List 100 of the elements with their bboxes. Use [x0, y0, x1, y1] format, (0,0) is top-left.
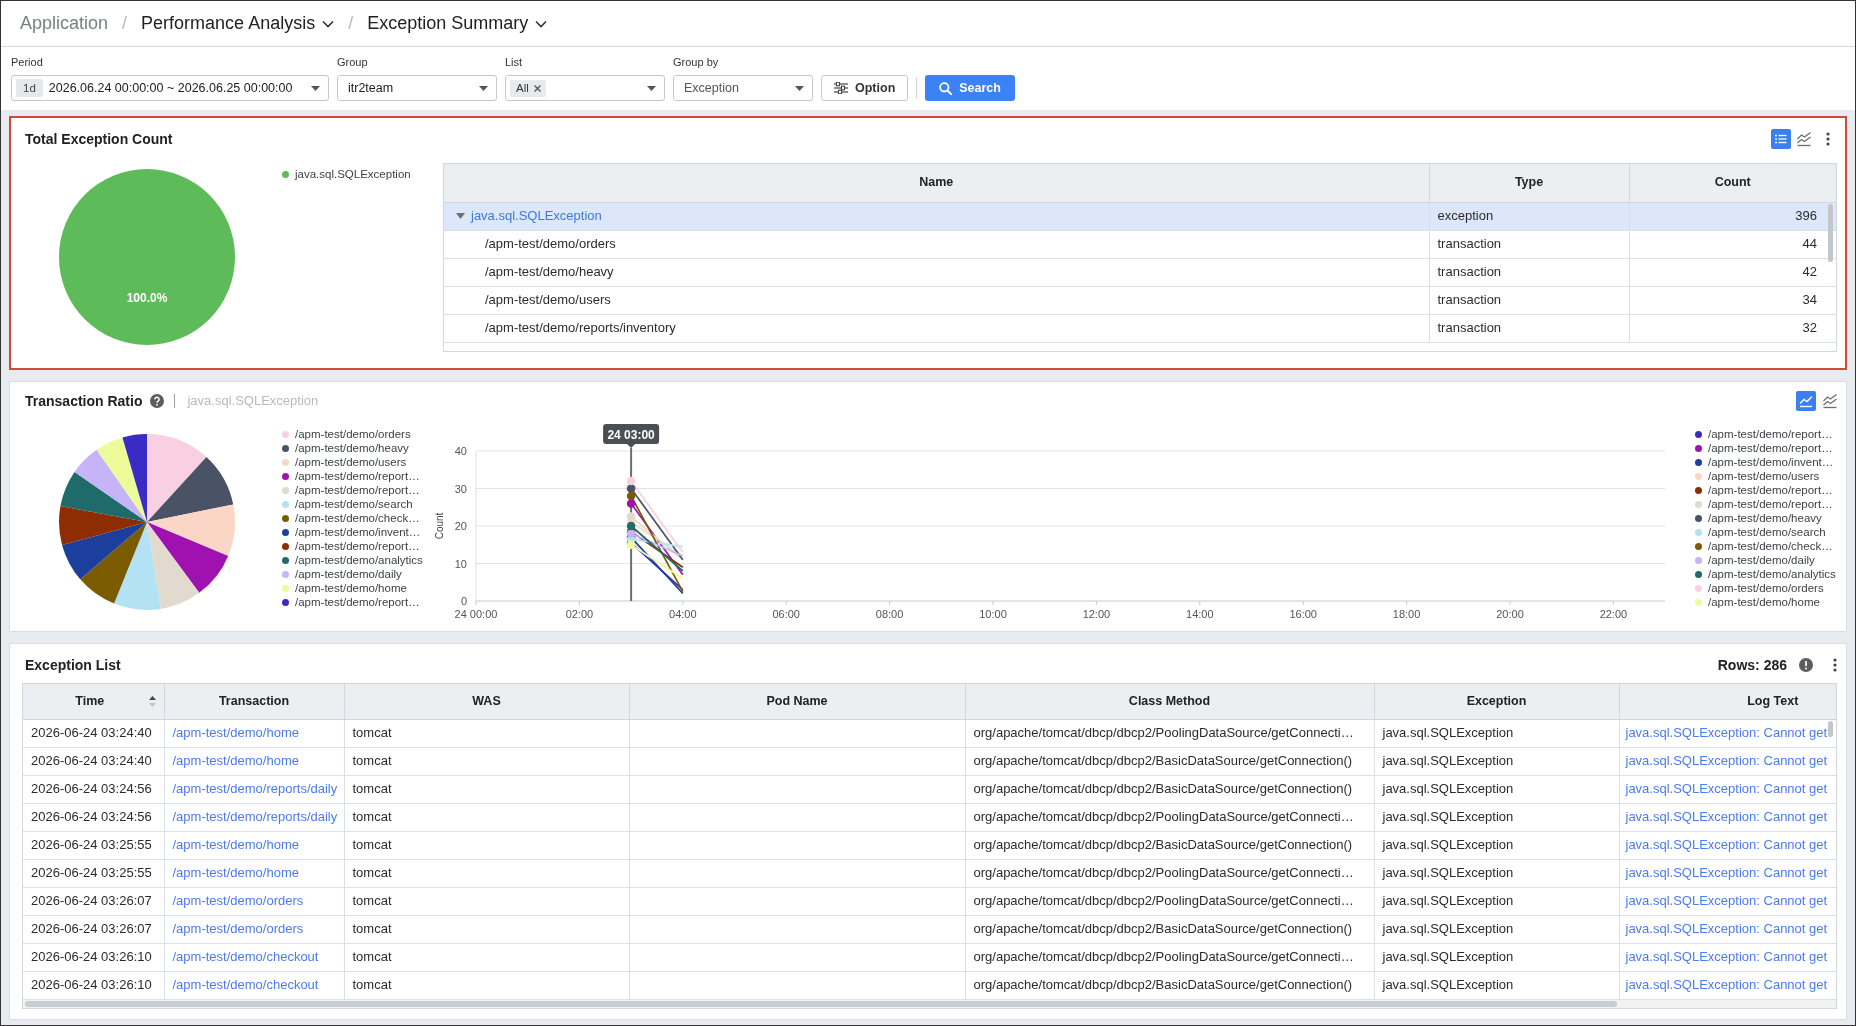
scrollbar-track[interactable]: [23, 999, 1836, 1008]
log-text-link[interactable]: java.sql.SQLException: Cannot get: [1625, 753, 1828, 769]
dropdown-select[interactable]: Exception: [673, 75, 813, 101]
scrollbar-thumb[interactable]: [25, 1000, 1617, 1007]
table-cell: tomcat: [344, 747, 629, 775]
period-select[interactable]: 1d 2026.06.24 00:00:00 ~ 2026.06.25 00:00:00: [11, 75, 329, 101]
transaction-link[interactable]: /apm-test/demo/checkout: [172, 977, 319, 993]
transaction-link[interactable]: /apm-test/demo/home: [172, 753, 299, 769]
transaction-link[interactable]: /apm-test/demo/reports/daily: [172, 809, 338, 825]
filter-tag[interactable]: All: [510, 79, 546, 97]
tree-item-label: java.sql.SQLException: [471, 207, 602, 226]
axis-tick-label: 10:00: [979, 608, 1007, 620]
table-cell: java.sql.SQLException: [1374, 719, 1619, 747]
transaction-link[interactable]: /apm-test/demo/orders: [172, 893, 304, 909]
transaction-link[interactable]: /apm-test/demo/reports/daily: [172, 781, 338, 797]
line-chart-icon[interactable]: [1796, 391, 1816, 411]
legend-label: /apm-test/demo/daily: [295, 567, 402, 581]
table-cell: tomcat: [344, 775, 629, 803]
transaction-link[interactable]: /apm-test/demo/home: [172, 725, 299, 741]
transaction-link[interactable]: /apm-test/demo/home: [172, 865, 299, 881]
legend-label: /apm-test/demo/report…: [1708, 497, 1833, 511]
legend-label: /apm-test/demo/invent…: [1708, 455, 1834, 469]
axis-tick-label: 20: [454, 520, 467, 532]
column-header: Log Text: [1619, 684, 1836, 719]
kebab-menu-icon[interactable]: [1826, 132, 1830, 146]
table-cell: java.sql.SQLException: [1374, 831, 1619, 859]
list-view-icon[interactable]: [1771, 129, 1791, 149]
transaction-link[interactable]: /apm-test/demo/orders: [172, 921, 304, 937]
table-cell: 2026-06-24 03:26:07: [23, 887, 164, 915]
legend-label: /apm-test/demo/analytics: [1708, 567, 1836, 581]
legend-label: /apm-test/demo/report…: [295, 539, 420, 553]
table-cell: transaction: [1429, 258, 1629, 286]
table-row[interactable]: /apm-test/demo/orders transaction 44: [444, 230, 1836, 258]
table-cell: 2026-06-24 03:24:56: [23, 803, 164, 831]
multi-line-chart-icon[interactable]: [1794, 129, 1814, 149]
column-header: Transaction: [164, 684, 344, 719]
multi-line-chart-icon[interactable]: [1820, 391, 1840, 411]
help-icon[interactable]: [150, 394, 165, 408]
table-cell: java.sql.SQLException: [1374, 803, 1619, 831]
dropdown-select[interactable]: itr2team: [337, 75, 497, 101]
axis-tick-label: 16:00: [1289, 608, 1317, 620]
log-text-link[interactable]: java.sql.SQLException: Cannot get: [1625, 949, 1828, 965]
log-text-link[interactable]: java.sql.SQLException: Cannot get: [1625, 837, 1828, 853]
log-text-link[interactable]: java.sql.SQLException: Cannot get: [1625, 781, 1828, 797]
table-cell: transaction: [1429, 286, 1629, 314]
caret-down-icon[interactable]: [456, 213, 465, 219]
column-header[interactable]: Time: [23, 684, 164, 719]
search-button[interactable]: Search: [925, 75, 1015, 101]
caret-down-icon: [479, 85, 488, 91]
table-row[interactable]: /apm-test/demo/reports/inventory transaction 32: [444, 314, 1836, 342]
log-text-link[interactable]: java.sql.SQLException: Cannot get: [1625, 809, 1828, 825]
table-cell: tomcat: [344, 831, 629, 859]
tree-item-label: /apm-test/demo/heavy: [485, 263, 614, 282]
close-icon[interactable]: [533, 84, 541, 92]
multi-select[interactable]: All: [505, 75, 665, 101]
table-row[interactable]: /apm-test/demo/users transaction 34: [444, 286, 1836, 314]
sliders-icon: [834, 82, 848, 94]
legend-label: /apm-test/demo/heavy: [1708, 511, 1822, 525]
log-text-link[interactable]: java.sql.SQLException: Cannot get: [1625, 865, 1828, 881]
search-icon: [939, 81, 953, 95]
table-cell: 2026-06-24 03:24:40: [23, 719, 164, 747]
column-header: Exception: [1374, 684, 1619, 719]
axis-tick-label: 30: [454, 482, 467, 495]
transaction-link[interactable]: /apm-test/demo/home: [172, 837, 299, 853]
tag-label: All: [516, 80, 529, 96]
alert-icon[interactable]: [1799, 658, 1813, 672]
option-button[interactable]: Option: [821, 75, 909, 101]
panel-title: Total Exception Count: [25, 129, 173, 149]
axis-tick-label: 22:00: [1599, 608, 1628, 620]
log-text-link[interactable]: java.sql.SQLException: Cannot get: [1625, 921, 1828, 937]
table-cell: transaction: [1429, 230, 1629, 258]
column-header: Count: [1629, 164, 1836, 202]
log-text-link[interactable]: java.sql.SQLException: Cannot get: [1625, 893, 1828, 909]
table-row[interactable]: /apm-test/demo/heavy transaction 42: [444, 258, 1836, 286]
table-cell: 2026-06-24 03:25:55: [23, 859, 164, 887]
log-text-link[interactable]: java.sql.SQLException: Cannot get: [1625, 977, 1828, 993]
breadcrumb-menu[interactable]: Performance Analysis: [141, 10, 335, 37]
legend-label: /apm-test/demo/home: [1708, 595, 1820, 609]
chart-tooltip: 24 03:00: [603, 424, 660, 448]
table-cell: org/apache/tomcat/dbcp/dbcp2/BasicDataSource/getConnection(): [965, 747, 1374, 775]
scrollbar-thumb[interactable]: [1828, 721, 1833, 737]
field-label: Group: [337, 56, 369, 69]
sort-icon[interactable]: [148, 695, 156, 707]
table-cell: 2026-06-24 03:24:56: [23, 775, 164, 803]
log-text-link[interactable]: java.sql.SQLException: Cannot get: [1625, 725, 1828, 741]
scrollbar-thumb[interactable]: [1828, 204, 1833, 262]
legend-label: /apm-test/demo/orders: [1708, 581, 1824, 595]
table-cell: java.sql.SQLException: [1374, 943, 1619, 971]
breadcrumb-menu[interactable]: Exception Summary: [367, 10, 548, 37]
caret-down-icon: [795, 85, 804, 91]
field-label: List: [505, 56, 524, 69]
kebab-menu-icon[interactable]: [1833, 658, 1837, 672]
transaction-link[interactable]: /apm-test/demo/checkout: [172, 949, 319, 965]
field-label: Period: [11, 56, 44, 69]
table-row[interactable]: java.sql.SQLException exception 396: [444, 202, 1836, 230]
table-cell: java.sql.SQLException: [1374, 859, 1619, 887]
table-cell: java.sql.SQLException: [1374, 915, 1619, 943]
breadcrumb-link[interactable]: Application: [20, 10, 109, 37]
table-cell: java.sql.SQLException: [1374, 887, 1619, 915]
data-point-icon: [626, 521, 636, 531]
